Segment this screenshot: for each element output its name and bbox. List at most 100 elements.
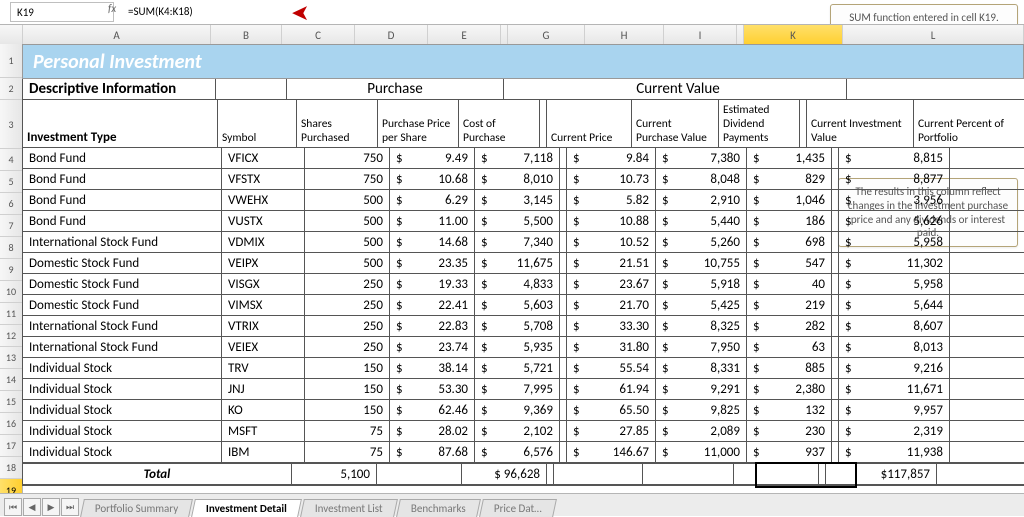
cell-type[interactable]: International Stock Fund: [22, 337, 222, 358]
cell-shares[interactable]: 750: [305, 148, 390, 169]
cell-div[interactable]: $1,435: [747, 148, 832, 169]
row-17[interactable]: 17: [0, 435, 22, 457]
cell-symbol[interactable]: VDMIX: [222, 232, 305, 253]
cell-div[interactable]: $547: [747, 253, 832, 274]
cell-shares[interactable]: 75: [305, 421, 390, 442]
sheet-tab[interactable]: Investment Detail: [191, 499, 302, 517]
sheet-tab[interactable]: Investment List: [300, 499, 398, 517]
cell-pps[interactable]: $9.49: [390, 148, 475, 169]
total-shares[interactable]: 5,100: [292, 463, 377, 486]
cell-price[interactable]: $146.67: [567, 442, 656, 463]
cell-type[interactable]: Individual Stock: [22, 400, 222, 421]
cell-shares[interactable]: 150: [305, 400, 390, 421]
cell-type[interactable]: International Stock Fund: [22, 316, 222, 337]
cell-pps[interactable]: $6.29: [390, 190, 475, 211]
cell-civ[interactable]: $2,319: [839, 421, 950, 442]
row-7[interactable]: 7: [0, 215, 22, 237]
cell-symbol[interactable]: JNJ: [222, 379, 305, 400]
cell-cpv[interactable]: $11,000: [656, 442, 747, 463]
cell-price[interactable]: $61.94: [567, 379, 656, 400]
col-F[interactable]: [501, 25, 508, 45]
cell-price[interactable]: $21.70: [567, 295, 656, 316]
cell-civ[interactable]: $8,013: [839, 337, 950, 358]
cell-price[interactable]: $55.54: [567, 358, 656, 379]
row-14[interactable]: 14: [0, 369, 22, 391]
cell-shares[interactable]: 250: [305, 316, 390, 337]
row-4[interactable]: 4: [0, 149, 22, 171]
col-H[interactable]: H: [585, 25, 664, 45]
cell-div[interactable]: $40: [747, 274, 832, 295]
cell-shares[interactable]: 500: [305, 232, 390, 253]
cell-cpv[interactable]: $5,260: [656, 232, 747, 253]
col-I[interactable]: I: [664, 25, 737, 45]
select-all-corner[interactable]: [0, 25, 23, 45]
total-pps-blank[interactable]: [377, 463, 462, 486]
cell-pps[interactable]: $14.68: [390, 232, 475, 253]
row-2[interactable]: 2: [0, 78, 22, 100]
cell-cpv[interactable]: $8,331: [656, 358, 747, 379]
cell-div[interactable]: $186: [747, 211, 832, 232]
cell-civ[interactable]: $5,644: [839, 295, 950, 316]
cell-cost[interactable]: $9,369: [475, 400, 560, 421]
cell-cost[interactable]: $7,995: [475, 379, 560, 400]
cell-civ[interactable]: $5,958: [839, 232, 950, 253]
cell-type[interactable]: Individual Stock: [22, 442, 222, 463]
cell-type[interactable]: Bond Fund: [22, 148, 222, 169]
cell-pps[interactable]: $62.46: [390, 400, 475, 421]
cell-cpv[interactable]: $7,380: [656, 148, 747, 169]
row-1[interactable]: 1: [0, 44, 22, 78]
cell-civ[interactable]: $8,815: [839, 148, 950, 169]
cell-div[interactable]: $698: [747, 232, 832, 253]
cell-shares[interactable]: 500: [305, 253, 390, 274]
cell-shares[interactable]: 75: [305, 442, 390, 463]
cell-pps[interactable]: $23.74: [390, 337, 475, 358]
cell-type[interactable]: Bond Fund: [22, 169, 222, 190]
cell-cpv[interactable]: $5,425: [656, 295, 747, 316]
cell-cpv[interactable]: $2,910: [656, 190, 747, 211]
cell-civ[interactable]: $9,216: [839, 358, 950, 379]
cell-civ[interactable]: $5,958: [839, 274, 950, 295]
cell-cost[interactable]: $6,576: [475, 442, 560, 463]
cell-symbol[interactable]: TRV: [222, 358, 305, 379]
row-11[interactable]: 11: [0, 303, 22, 325]
cell-cpv[interactable]: $5,440: [656, 211, 747, 232]
row-10[interactable]: 10: [0, 281, 22, 303]
cell-price[interactable]: $10.88: [567, 211, 656, 232]
col-G[interactable]: G: [508, 25, 585, 45]
cell-civ[interactable]: $9,957: [839, 400, 950, 421]
cell-div[interactable]: $885: [747, 358, 832, 379]
cell-civ[interactable]: $3,956: [839, 190, 950, 211]
cell-pps[interactable]: $53.30: [390, 379, 475, 400]
cell-pps[interactable]: $23.35: [390, 253, 475, 274]
cell-price[interactable]: $10.73: [567, 169, 656, 190]
cell-pps[interactable]: $22.83: [390, 316, 475, 337]
cell-shares[interactable]: 250: [305, 295, 390, 316]
cell-symbol[interactable]: IBM: [222, 442, 305, 463]
cell-pps[interactable]: $87.68: [390, 442, 475, 463]
cell-symbol[interactable]: VFICX: [222, 148, 305, 169]
cell-symbol[interactable]: VISGX: [222, 274, 305, 295]
cell-shares[interactable]: 750: [305, 169, 390, 190]
cell-symbol[interactable]: VIMSX: [222, 295, 305, 316]
cell-pps[interactable]: $38.14: [390, 358, 475, 379]
col-L[interactable]: L: [843, 25, 1024, 45]
cell-pps[interactable]: $11.00: [390, 211, 475, 232]
row-3[interactable]: 3: [0, 100, 22, 149]
col-C[interactable]: C: [282, 25, 355, 45]
cell-div[interactable]: $219: [747, 295, 832, 316]
col-D[interactable]: D: [355, 25, 428, 45]
cell-type[interactable]: Individual Stock: [22, 358, 222, 379]
cell-cost[interactable]: $11,675: [475, 253, 560, 274]
tab-first-icon[interactable]: ⏮: [4, 498, 22, 516]
cell-div[interactable]: $132: [747, 400, 832, 421]
cell-div[interactable]: $937: [747, 442, 832, 463]
cell-shares[interactable]: 150: [305, 379, 390, 400]
row-12[interactable]: 12: [0, 325, 22, 347]
row-5[interactable]: 5: [0, 171, 22, 193]
col-K[interactable]: K: [744, 25, 843, 45]
cell-type[interactable]: Individual Stock: [22, 379, 222, 400]
cell-civ[interactable]: $11,302: [839, 253, 950, 274]
cell-cpv[interactable]: $8,048: [656, 169, 747, 190]
cell-type[interactable]: Bond Fund: [22, 190, 222, 211]
cell-cost[interactable]: $2,102: [475, 421, 560, 442]
